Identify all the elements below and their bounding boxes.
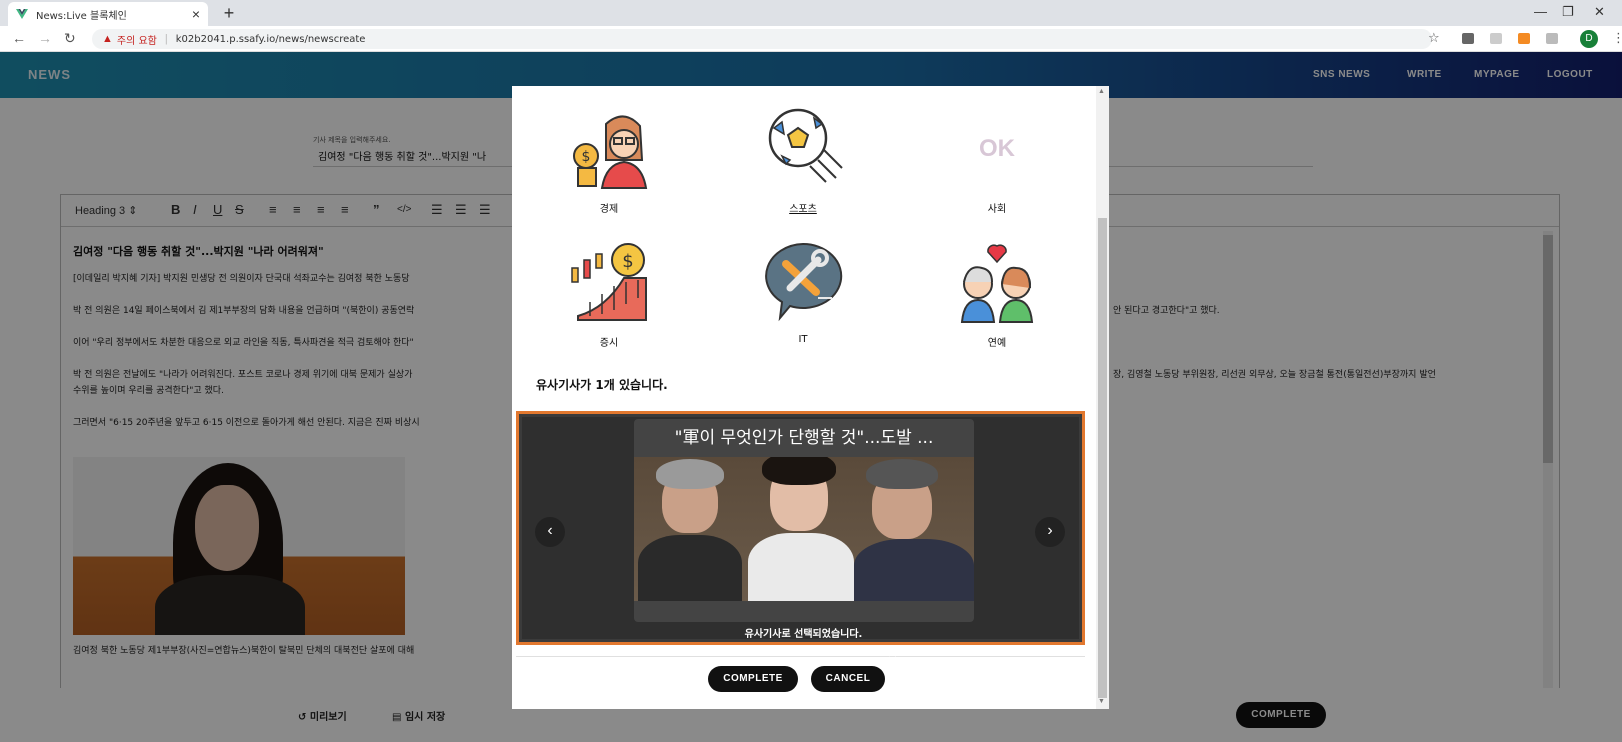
carousel-next-button[interactable]: › (1035, 517, 1065, 547)
selected-status-text: 유사기사로 선택되었습니다. (744, 629, 863, 640)
it-tools-icon (760, 238, 846, 324)
photo-person-hair (866, 459, 938, 489)
svg-text:$: $ (622, 251, 633, 272)
photo-person-hair (762, 457, 836, 485)
restore-icon[interactable]: ❐ (1562, 4, 1574, 20)
forward-icon[interactable]: → (38, 30, 52, 46)
modal-cancel-button[interactable]: CANCEL (811, 666, 885, 692)
url-text: k02b2041.p.ssafy.io/news/newscreate (175, 33, 366, 45)
category-sports[interactable]: 스포츠 (743, 104, 863, 215)
photo-person-suit (638, 535, 742, 601)
article-card-image (634, 457, 974, 601)
stock-chart-icon: $ (566, 238, 652, 324)
modal-scrollbar[interactable]: ▲ ▼ (1096, 86, 1109, 709)
ok-icon-text: OK (979, 135, 1016, 162)
extension-icon[interactable] (1518, 33, 1530, 44)
new-tab-button[interactable]: + (218, 3, 240, 25)
tab-close-icon[interactable]: × (192, 6, 200, 22)
category-society[interactable]: OK 사회 (937, 104, 1057, 215)
soccer-ball-icon (760, 104, 846, 190)
minimize-icon[interactable]: — (1534, 4, 1547, 19)
scroll-down-icon[interactable]: ▼ (1098, 698, 1105, 705)
article-card-title: "軍이 무엇인가 단행할 것"...도발 ... (674, 428, 934, 448)
category-label: IT (798, 334, 808, 345)
category-label: 연예 (987, 338, 1007, 349)
category-label: 증시 (599, 338, 619, 349)
profile-avatar[interactable]: D (1580, 30, 1598, 48)
back-icon[interactable]: ← (12, 30, 26, 46)
similar-count-text: 유사기사가 1개 있습니다. (536, 378, 668, 392)
browser-tab[interactable]: News:Live 블록체인 × (8, 2, 208, 26)
extension-icon[interactable] (1462, 33, 1474, 44)
modal-complete-button[interactable]: COMPLETE (708, 666, 798, 692)
category-label: 스포츠 (789, 204, 817, 215)
modal-scrollbar-thumb[interactable] (1098, 218, 1107, 698)
category-stock[interactable]: $ 증시 (549, 238, 669, 349)
reload-icon[interactable]: ↻ (64, 30, 76, 47)
category-entertainment[interactable]: 연예 (937, 238, 1057, 349)
tab-title: News:Live 블록체인 (36, 10, 127, 22)
bookmark-star-icon[interactable]: ☆ (1428, 30, 1440, 46)
security-label: 주의 요함 (116, 35, 157, 47)
carousel-prev-button[interactable]: ‹ (535, 517, 565, 547)
category-label: 사회 (987, 204, 1007, 215)
modal-divider (516, 656, 1085, 657)
svg-text:$: $ (582, 149, 591, 165)
similar-article-card[interactable]: "軍이 무엇인가 단행할 것"...도발 ... (634, 419, 974, 622)
address-bar[interactable]: ▲ 주의 요함 | k02b2041.p.ssafy.io/news/newsc… (92, 29, 1432, 49)
scroll-up-icon[interactable]: ▲ (1098, 88, 1105, 95)
category-economy[interactable]: $ 경제 (549, 104, 669, 215)
economy-icon: $ (566, 104, 652, 190)
browser-menu-icon[interactable]: ⋮ (1612, 30, 1622, 46)
separator: | (164, 33, 168, 45)
address-bar-row: ← → ↻ ▲ 주의 요함 | k02b2041.p.ssafy.io/news… (0, 26, 1622, 52)
category-label: 경제 (599, 204, 619, 215)
similar-article-carousel: "軍이 무엇인가 단행할 것"...도발 ... 유사기사로 선택되었습니다. … (516, 411, 1085, 645)
warning-icon: ▲ (102, 33, 113, 45)
extension-icon[interactable] (1546, 33, 1558, 44)
hand-cursor-icon: ☝ (888, 645, 897, 661)
entertainment-icon (954, 238, 1040, 324)
vue-logo-icon (16, 9, 28, 19)
carousel-track: "軍이 무엇인가 단행할 것"...도발 ... 유사기사로 선택되었습니다. … (522, 417, 1079, 640)
extension-icon[interactable] (1490, 33, 1502, 44)
category-modal: $ 경제 스포츠 OK 사회 $ 증시 IT 연예 유사기사가 1개 있습니다.… (512, 86, 1109, 709)
photo-person-suit (748, 533, 854, 601)
photo-person-hair (656, 459, 724, 489)
browser-tab-strip: News:Live 블록체인 × + — ❐ ✕ (0, 0, 1622, 26)
category-it[interactable]: IT (743, 238, 863, 345)
ok-icon: OK (954, 104, 1040, 190)
photo-person-suit (854, 539, 974, 601)
window-close-icon[interactable]: ✕ (1594, 4, 1605, 20)
